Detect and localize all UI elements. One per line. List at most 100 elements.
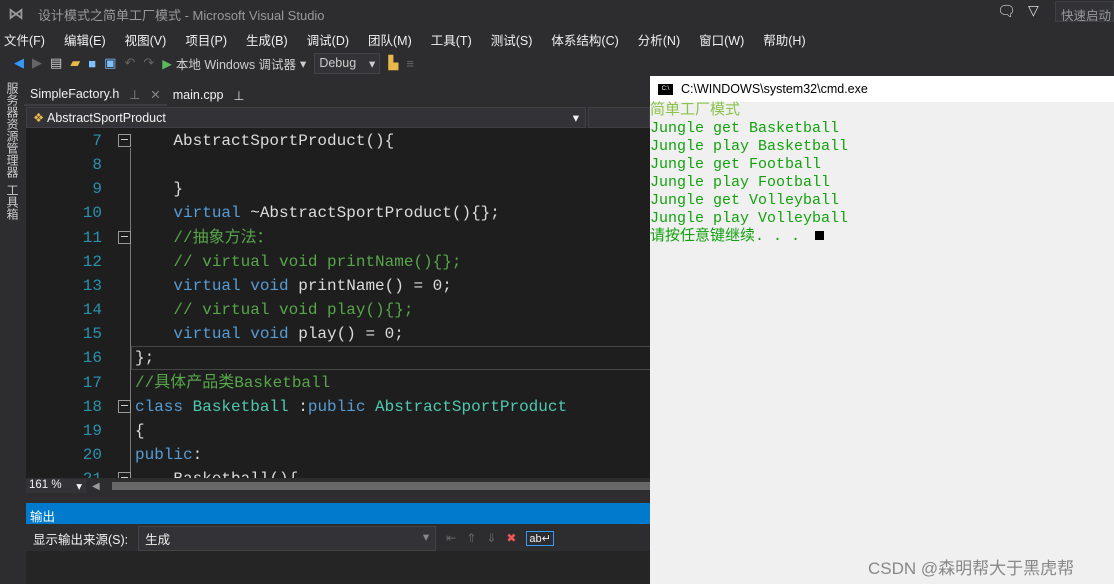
feedback-icon[interactable]: 🗨 (997, 2, 1016, 20)
word-wrap-toggle-icon[interactable]: ab↵ (526, 530, 554, 546)
save-all-icon[interactable]: ▣ (104, 55, 116, 71)
code-line[interactable]: 17 //具体产品类Basketball (26, 371, 650, 395)
configuration-select[interactable]: Debug ▾ (314, 52, 381, 74)
code-line[interactable]: 21− Basketball(){ (26, 467, 650, 478)
code-line[interactable]: 16}; (26, 346, 650, 370)
code-line[interactable]: 8 (26, 153, 650, 177)
start-debugging-button[interactable]: ▶ 本地 Windows 调试器 ▾ (162, 54, 306, 73)
console-line-text: 请按任意键继续. . . (650, 228, 810, 245)
console-line: Jungle get Volleyball (650, 192, 1114, 210)
find-in-files-icon[interactable]: ▙ (388, 55, 398, 71)
code-token: AbstractSportProduct(){ (135, 132, 395, 150)
code-line[interactable]: 9 } (26, 177, 650, 201)
menu-item[interactable]: 生成(B) (246, 26, 288, 50)
console-title-bar: C:\ C:\WINDOWS\system32\cmd.exe (650, 76, 1114, 102)
code-line[interactable]: 14 // virtual void play(){}; (26, 298, 650, 322)
menu-item[interactable]: 视图(V) (125, 26, 167, 50)
code-editor[interactable]: 7− AbstractSportProduct(){8 9 } 10 virtual… (26, 128, 650, 478)
console-line-text: Jungle get Basketball (650, 120, 840, 137)
watermark: CSDN @森明帮大于黑虎帮 (868, 559, 1075, 578)
console-line: 请按任意键继续. . . (650, 228, 1114, 246)
code-line[interactable]: 18 − class Basketball :public AbstractSpor… (26, 395, 650, 419)
side-tab-strip: 服务器资源管理器 工具箱 (0, 76, 22, 584)
menu-item[interactable]: 文件(F) (4, 26, 45, 50)
menu-item[interactable]: 帮助(H) (763, 26, 805, 50)
console-output: 简单工厂模式 Jungle get Basketball Jungle play B… (650, 102, 1114, 246)
menu-item[interactable]: 调试(D) (307, 26, 349, 50)
console-line: Jungle get Basketball (650, 120, 1114, 138)
menu-item[interactable]: 测试(S) (491, 26, 533, 50)
collapse-icon[interactable]: − (118, 230, 131, 244)
menu-item[interactable]: 体系结构(C) (551, 26, 618, 50)
tab-simplefactory-h[interactable]: SimpleFactory.h ⊥ ✕ (24, 84, 167, 106)
filter-icon[interactable]: ▽ (1028, 2, 1039, 19)
comment-icon[interactable]: ≡ (406, 56, 414, 71)
code-text: { (135, 419, 145, 443)
code-token: } (135, 180, 184, 199)
collapse-icon[interactable]: − (118, 134, 131, 147)
pin-icon[interactable]: ⊥ (234, 88, 245, 103)
menu-item[interactable]: 分析(N) (638, 26, 680, 50)
code-text: Basketball(){ (135, 467, 298, 478)
tab-main-cpp[interactable]: main.cpp ⊥ (167, 84, 251, 106)
back-icon[interactable]: ◀ (14, 55, 24, 71)
toolbox-tab[interactable]: 工具箱 (4, 184, 21, 220)
code-text: class Basketball :public AbstractSportPr… (135, 395, 567, 419)
console-window[interactable]: C:\ C:\WINDOWS\system32\cmd.exe 简单工厂模式 Ju… (650, 76, 1114, 584)
code-line[interactable]: 11 − //抽象方法： (26, 226, 650, 250)
line-number: 9 (92, 180, 102, 199)
quick-launch-input[interactable]: 快速启动 (1055, 1, 1114, 22)
code-line[interactable]: 19 { (26, 419, 650, 443)
console-line-text: Jungle play Volleyball (650, 210, 849, 227)
code-text: virtual ~AbstractSportProduct(){}; (135, 201, 499, 225)
scroll-left-icon[interactable]: ◀ (92, 481, 100, 492)
next-message-icon[interactable]: ⇓ (486, 531, 496, 545)
code-line[interactable]: 13 virtual void printName() = 0; (26, 274, 650, 298)
code-text: public: (135, 443, 202, 467)
code-line[interactable]: 15 virtual void play() = 0; (26, 322, 650, 346)
redo-icon[interactable]: ↷ (143, 55, 154, 71)
scope-dropdown[interactable]: ❖ AbstractSportProduct ▾ (26, 107, 586, 128)
code-text: // virtual void printName(){}; (135, 250, 461, 274)
save-icon[interactable]: ■ (88, 56, 96, 71)
new-project-icon[interactable]: ▤ (50, 55, 62, 71)
line-number: 16 (82, 349, 102, 368)
menu-item[interactable]: 编辑(E) (64, 26, 106, 50)
clear-all-icon[interactable]: ✖ (506, 531, 516, 545)
code-text: //具体产品类Basketball (135, 371, 330, 395)
server-explorer-tab[interactable]: 服务器资源管理器 (4, 82, 21, 178)
console-line-text: Jungle play Basketball (650, 138, 849, 155)
output-source-dropdown[interactable]: 生成 ▾ (138, 525, 437, 551)
menu-item[interactable]: 团队(M) (368, 26, 412, 50)
menu-item[interactable]: 工具(T) (431, 26, 472, 50)
code-token: { (135, 421, 145, 440)
menu-item[interactable]: 窗口(W) (699, 26, 744, 50)
close-icon[interactable]: ✕ (150, 87, 160, 102)
zoom-level-dropdown[interactable]: 161 % ▾ (26, 479, 86, 493)
console-line: 简单工厂模式 (650, 102, 1114, 120)
code-line[interactable]: 20 public: (26, 443, 650, 467)
forward-icon[interactable]: ▶ (32, 55, 42, 71)
code-line[interactable]: 10 virtual ~AbstractSportProduct(){}; (26, 201, 650, 225)
pin-icon[interactable]: ⊥ (129, 87, 140, 102)
code-token: virtual void (135, 276, 289, 295)
output-source-label: 显示输出来源(S): (33, 532, 129, 547)
cursor (815, 231, 825, 240)
menu-item[interactable]: 项目(P) (185, 26, 227, 50)
undo-icon[interactable]: ↶ (124, 55, 135, 71)
go-to-line-icon[interactable]: ⇤ (446, 531, 456, 545)
console-line-text: Jungle play Football (650, 174, 831, 191)
editor-status-bar: 161 % ▾ ◀ (26, 478, 650, 494)
horizontal-scrollbar[interactable] (111, 482, 650, 490)
window-title: 设计模式之简单工厂模式 - Microsoft Visual Studio (38, 8, 325, 23)
code-line[interactable]: 7 − AbstractSportProduct(){ (26, 129, 650, 153)
class-icon: ❖ (33, 111, 45, 125)
line-number: 21 (56, 467, 102, 478)
output-content[interactable] (26, 551, 650, 584)
member-dropdown[interactable] (588, 107, 650, 128)
previous-message-icon[interactable]: ⇑ (466, 531, 476, 545)
collapse-icon[interactable]: − (118, 399, 131, 413)
code-line[interactable]: 12 // virtual void printName(){}; (26, 250, 650, 274)
navigation-bar: ❖ AbstractSportProduct ▾ (26, 107, 650, 128)
open-folder-icon[interactable]: ▰ (70, 55, 80, 71)
